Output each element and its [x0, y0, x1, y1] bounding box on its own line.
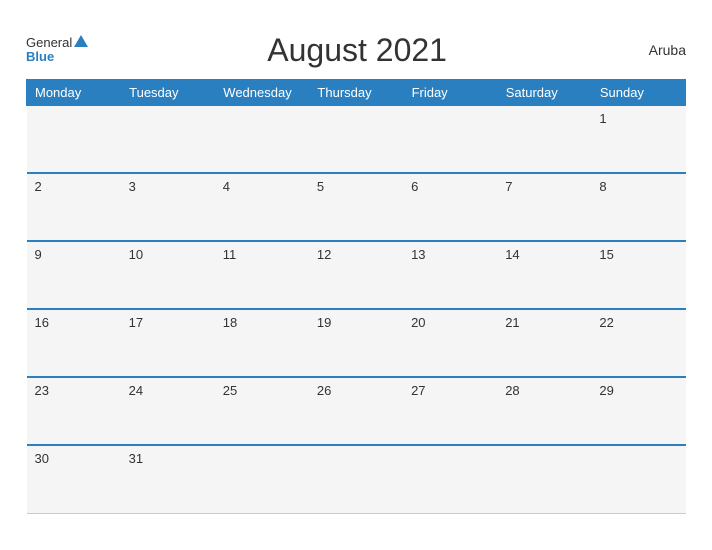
calendar-day-18: 18 [215, 309, 309, 377]
day-number: 8 [599, 179, 606, 194]
day-number: 13 [411, 247, 425, 262]
day-number: 2 [35, 179, 42, 194]
day-number: 7 [505, 179, 512, 194]
calendar-day-4: 4 [215, 173, 309, 241]
calendar-day-20: 20 [403, 309, 497, 377]
week-row-6: 30 31 [27, 445, 686, 513]
calendar-day-9: 9 [27, 241, 121, 309]
calendar-day-17: 17 [121, 309, 215, 377]
calendar-day-7: 7 [497, 173, 591, 241]
calendar-day-11: 11 [215, 241, 309, 309]
day-number: 29 [599, 383, 613, 398]
day-number: 19 [317, 315, 331, 330]
day-number: 25 [223, 383, 237, 398]
day-number: 21 [505, 315, 519, 330]
weekday-header-friday: Friday [403, 79, 497, 105]
calendar-header: General Blue August 2021 Aruba [26, 32, 686, 69]
calendar-day-15: 15 [591, 241, 685, 309]
day-number: 24 [129, 383, 143, 398]
calendar-day-23: 23 [27, 377, 121, 445]
weekday-header-sunday: Sunday [591, 79, 685, 105]
day-number: 15 [599, 247, 613, 262]
day-number: 23 [35, 383, 49, 398]
calendar-day-10: 10 [121, 241, 215, 309]
calendar-day-6: 6 [403, 173, 497, 241]
calendar-day-22: 22 [591, 309, 685, 377]
calendar-day-empty [497, 445, 591, 513]
day-number: 16 [35, 315, 49, 330]
week-row-3: 9 10 11 12 13 14 15 [27, 241, 686, 309]
calendar-day-empty [27, 105, 121, 173]
day-number: 31 [129, 451, 143, 466]
calendar-day-empty [215, 445, 309, 513]
calendar-region: Aruba [626, 42, 686, 58]
calendar-day-empty [215, 105, 309, 173]
day-number: 20 [411, 315, 425, 330]
calendar-day-31: 31 [121, 445, 215, 513]
calendar-day-24: 24 [121, 377, 215, 445]
calendar-day-empty [309, 445, 403, 513]
calendar-day-3: 3 [121, 173, 215, 241]
weekday-header-row: MondayTuesdayWednesdayThursdayFridaySatu… [27, 79, 686, 105]
day-number: 12 [317, 247, 331, 262]
week-row-4: 16 17 18 19 20 21 22 [27, 309, 686, 377]
calendar-day-16: 16 [27, 309, 121, 377]
day-number: 14 [505, 247, 519, 262]
week-row-1: 1 [27, 105, 686, 173]
day-number: 30 [35, 451, 49, 466]
calendar-day-27: 27 [403, 377, 497, 445]
day-number: 18 [223, 315, 237, 330]
calendar-day-empty [403, 105, 497, 173]
day-number: 1 [599, 111, 606, 126]
calendar-day-29: 29 [591, 377, 685, 445]
day-number: 17 [129, 315, 143, 330]
calendar-day-19: 19 [309, 309, 403, 377]
calendar-day-1: 1 [591, 105, 685, 173]
week-row-5: 23 24 25 26 27 28 29 [27, 377, 686, 445]
calendar-table: MondayTuesdayWednesdayThursdayFridaySatu… [26, 79, 686, 514]
calendar: General Blue August 2021 Aruba MondayTue… [11, 22, 701, 529]
calendar-day-28: 28 [497, 377, 591, 445]
logo-blue-text: Blue [26, 50, 54, 64]
day-number: 26 [317, 383, 331, 398]
calendar-day-empty [403, 445, 497, 513]
day-number: 28 [505, 383, 519, 398]
calendar-day-13: 13 [403, 241, 497, 309]
week-row-2: 2 3 4 5 6 7 8 [27, 173, 686, 241]
calendar-day-empty [591, 445, 685, 513]
day-number: 6 [411, 179, 418, 194]
calendar-day-empty [497, 105, 591, 173]
calendar-title: August 2021 [88, 32, 626, 69]
logo-triangle-icon [74, 35, 88, 47]
day-number: 3 [129, 179, 136, 194]
calendar-day-26: 26 [309, 377, 403, 445]
logo: General Blue [26, 36, 88, 65]
calendar-day-2: 2 [27, 173, 121, 241]
calendar-day-empty [309, 105, 403, 173]
weekday-header-monday: Monday [27, 79, 121, 105]
weekday-header-saturday: Saturday [497, 79, 591, 105]
calendar-day-21: 21 [497, 309, 591, 377]
logo-general-text: General [26, 36, 88, 50]
day-number: 27 [411, 383, 425, 398]
day-number: 5 [317, 179, 324, 194]
calendar-day-8: 8 [591, 173, 685, 241]
calendar-day-14: 14 [497, 241, 591, 309]
day-number: 11 [223, 247, 237, 262]
calendar-day-25: 25 [215, 377, 309, 445]
weekday-header-tuesday: Tuesday [121, 79, 215, 105]
day-number: 10 [129, 247, 143, 262]
calendar-day-empty [121, 105, 215, 173]
day-number: 9 [35, 247, 42, 262]
weekday-header-wednesday: Wednesday [215, 79, 309, 105]
day-number: 4 [223, 179, 230, 194]
weekday-header-thursday: Thursday [309, 79, 403, 105]
calendar-day-5: 5 [309, 173, 403, 241]
day-number: 22 [599, 315, 613, 330]
calendar-day-12: 12 [309, 241, 403, 309]
calendar-day-30: 30 [27, 445, 121, 513]
